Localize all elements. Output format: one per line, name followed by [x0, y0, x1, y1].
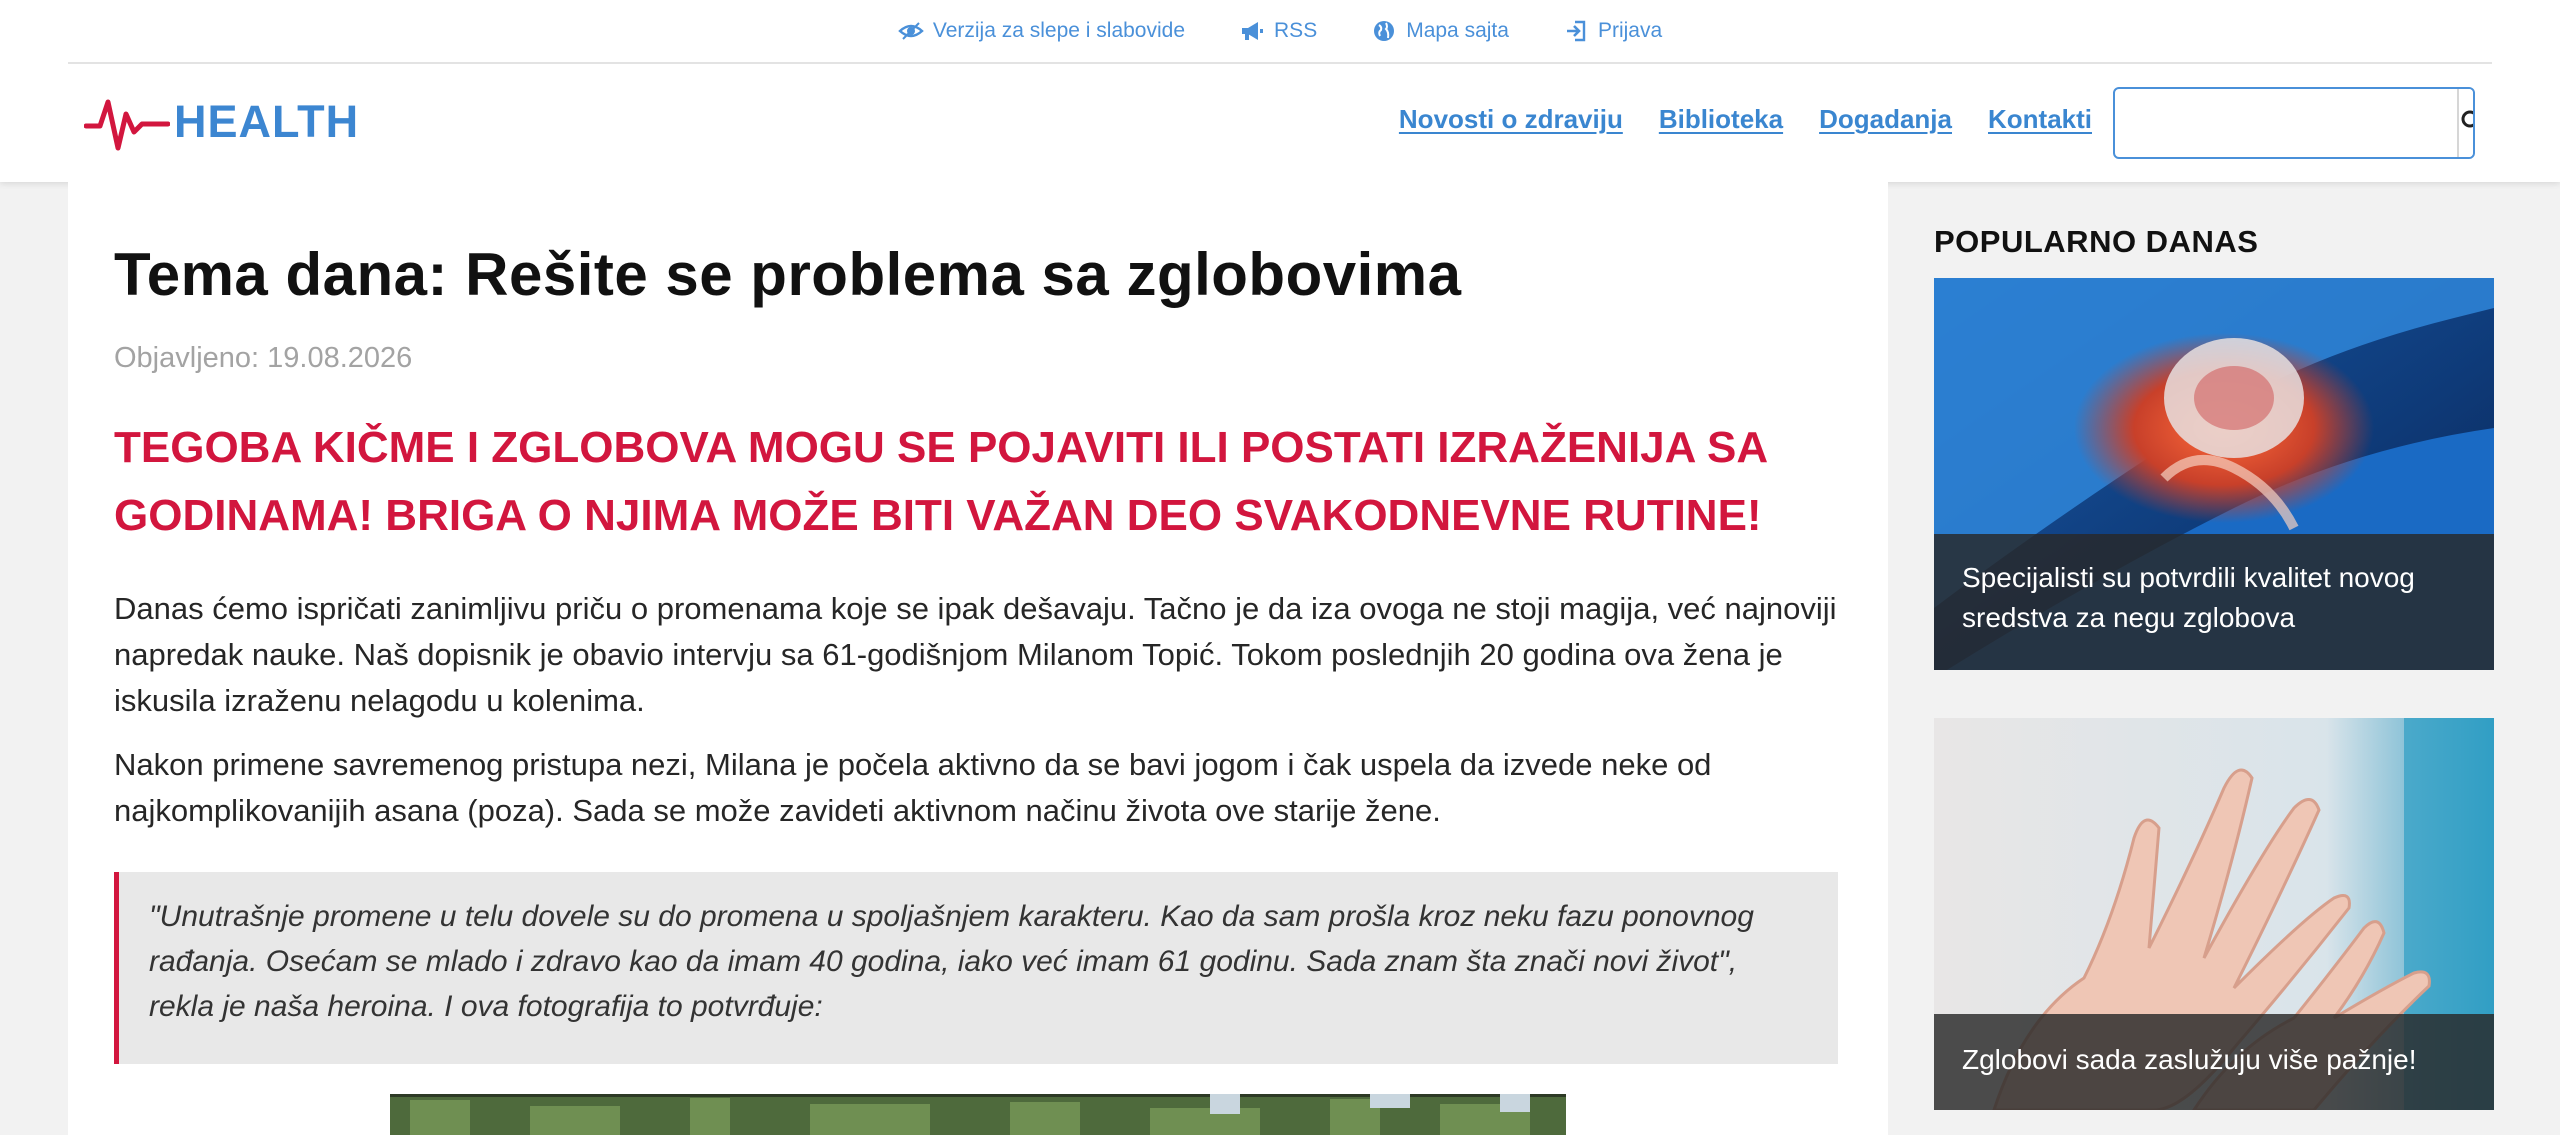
- nav-health-news[interactable]: Novosti o zdraviju: [1399, 104, 1623, 135]
- article-paragraph: Danas ćemo ispričati zanimljivu priču o …: [114, 591, 1837, 718]
- nav-library[interactable]: Biblioteka: [1659, 104, 1783, 135]
- megaphone-icon: [1239, 18, 1265, 44]
- card-caption: Specijalisti su potvrdili kvalitet novog…: [1934, 534, 2494, 670]
- sitemap-link-label: Mapa sajta: [1406, 19, 1509, 42]
- published-date: Objavljeno: 19.08.2026: [114, 342, 413, 374]
- card-caption: Zglobovi sada zaslužuju više pažnje!: [1934, 1014, 2494, 1110]
- search-button[interactable]: [2457, 89, 2473, 157]
- heartbeat-icon: [84, 88, 170, 156]
- accessibility-link[interactable]: Verzija za slepe i slabovide: [898, 18, 1185, 44]
- site-header: Verzija za slepe i slabovide RSS Mapa sa…: [0, 0, 2560, 182]
- search-icon: [2459, 108, 2473, 139]
- rss-link[interactable]: RSS: [1239, 18, 1317, 44]
- utility-bar: Verzija za slepe i slabovide RSS Mapa sa…: [68, 0, 2492, 64]
- sidebar-title: POPULARNO DANAS: [1934, 224, 2259, 259]
- rss-link-label: RSS: [1274, 19, 1318, 42]
- page-title: Tema dana: Rešite se problema sa zglobov…: [114, 241, 1462, 308]
- popular-card[interactable]: Zglobovi sada zaslužuju više pažnje!: [1934, 718, 2494, 1110]
- main-navigation: Novosti o zdraviju Biblioteka Dogadanja …: [1399, 104, 2092, 135]
- article: Tema dana: Rešite se problema sa zglobov…: [68, 182, 1888, 1135]
- nav-contacts[interactable]: Kontakti: [1988, 104, 2092, 135]
- article-photo: [390, 1094, 1566, 1135]
- eye-icon: [898, 18, 924, 44]
- login-link[interactable]: Prijava: [1563, 18, 1662, 44]
- article-paragraph: Nakon primene savremenog pristupa nezi, …: [114, 747, 1712, 828]
- logo-text: HEALTH: [174, 96, 360, 147]
- search-input[interactable]: [2115, 89, 2457, 157]
- login-link-label: Prijava: [1597, 19, 1663, 42]
- accessibility-link-label: Verzija za slepe i slabovide: [932, 19, 1186, 42]
- popular-card[interactable]: Specijalisti su potvrdili kvalitet novog…: [1934, 278, 2494, 670]
- login-icon: [1563, 18, 1589, 44]
- globe-icon: [1371, 18, 1397, 44]
- article-quote: "Unutrašnje promene u telu dovele su do …: [114, 872, 1838, 1064]
- site-logo[interactable]: HEALTH: [84, 88, 359, 156]
- search-box: [2113, 87, 2475, 159]
- article-headline: TEGOBA KIČME I ZGLOBOVA MOGU SE POJAVITI…: [114, 423, 1767, 540]
- sitemap-link[interactable]: Mapa sajta: [1371, 18, 1509, 44]
- nav-events[interactable]: Dogadanja: [1819, 104, 1952, 135]
